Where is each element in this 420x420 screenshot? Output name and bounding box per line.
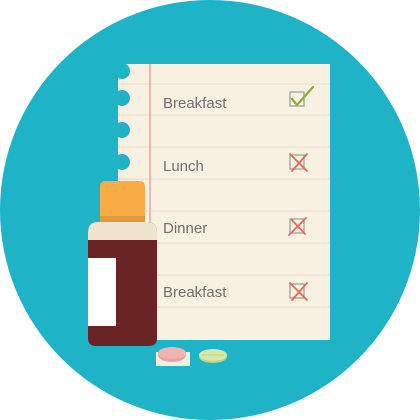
checklist-label: Lunch [163, 158, 204, 175]
checklist-label: Dinner [163, 220, 207, 237]
checklist-label: Breakfast [163, 284, 227, 301]
bottle-label [88, 258, 116, 326]
green-pill-icon [199, 349, 227, 363]
checklist-label: Breakfast [163, 95, 227, 112]
medication-illustration: Breakfast Lunch Dinner Breakfast [0, 0, 420, 420]
